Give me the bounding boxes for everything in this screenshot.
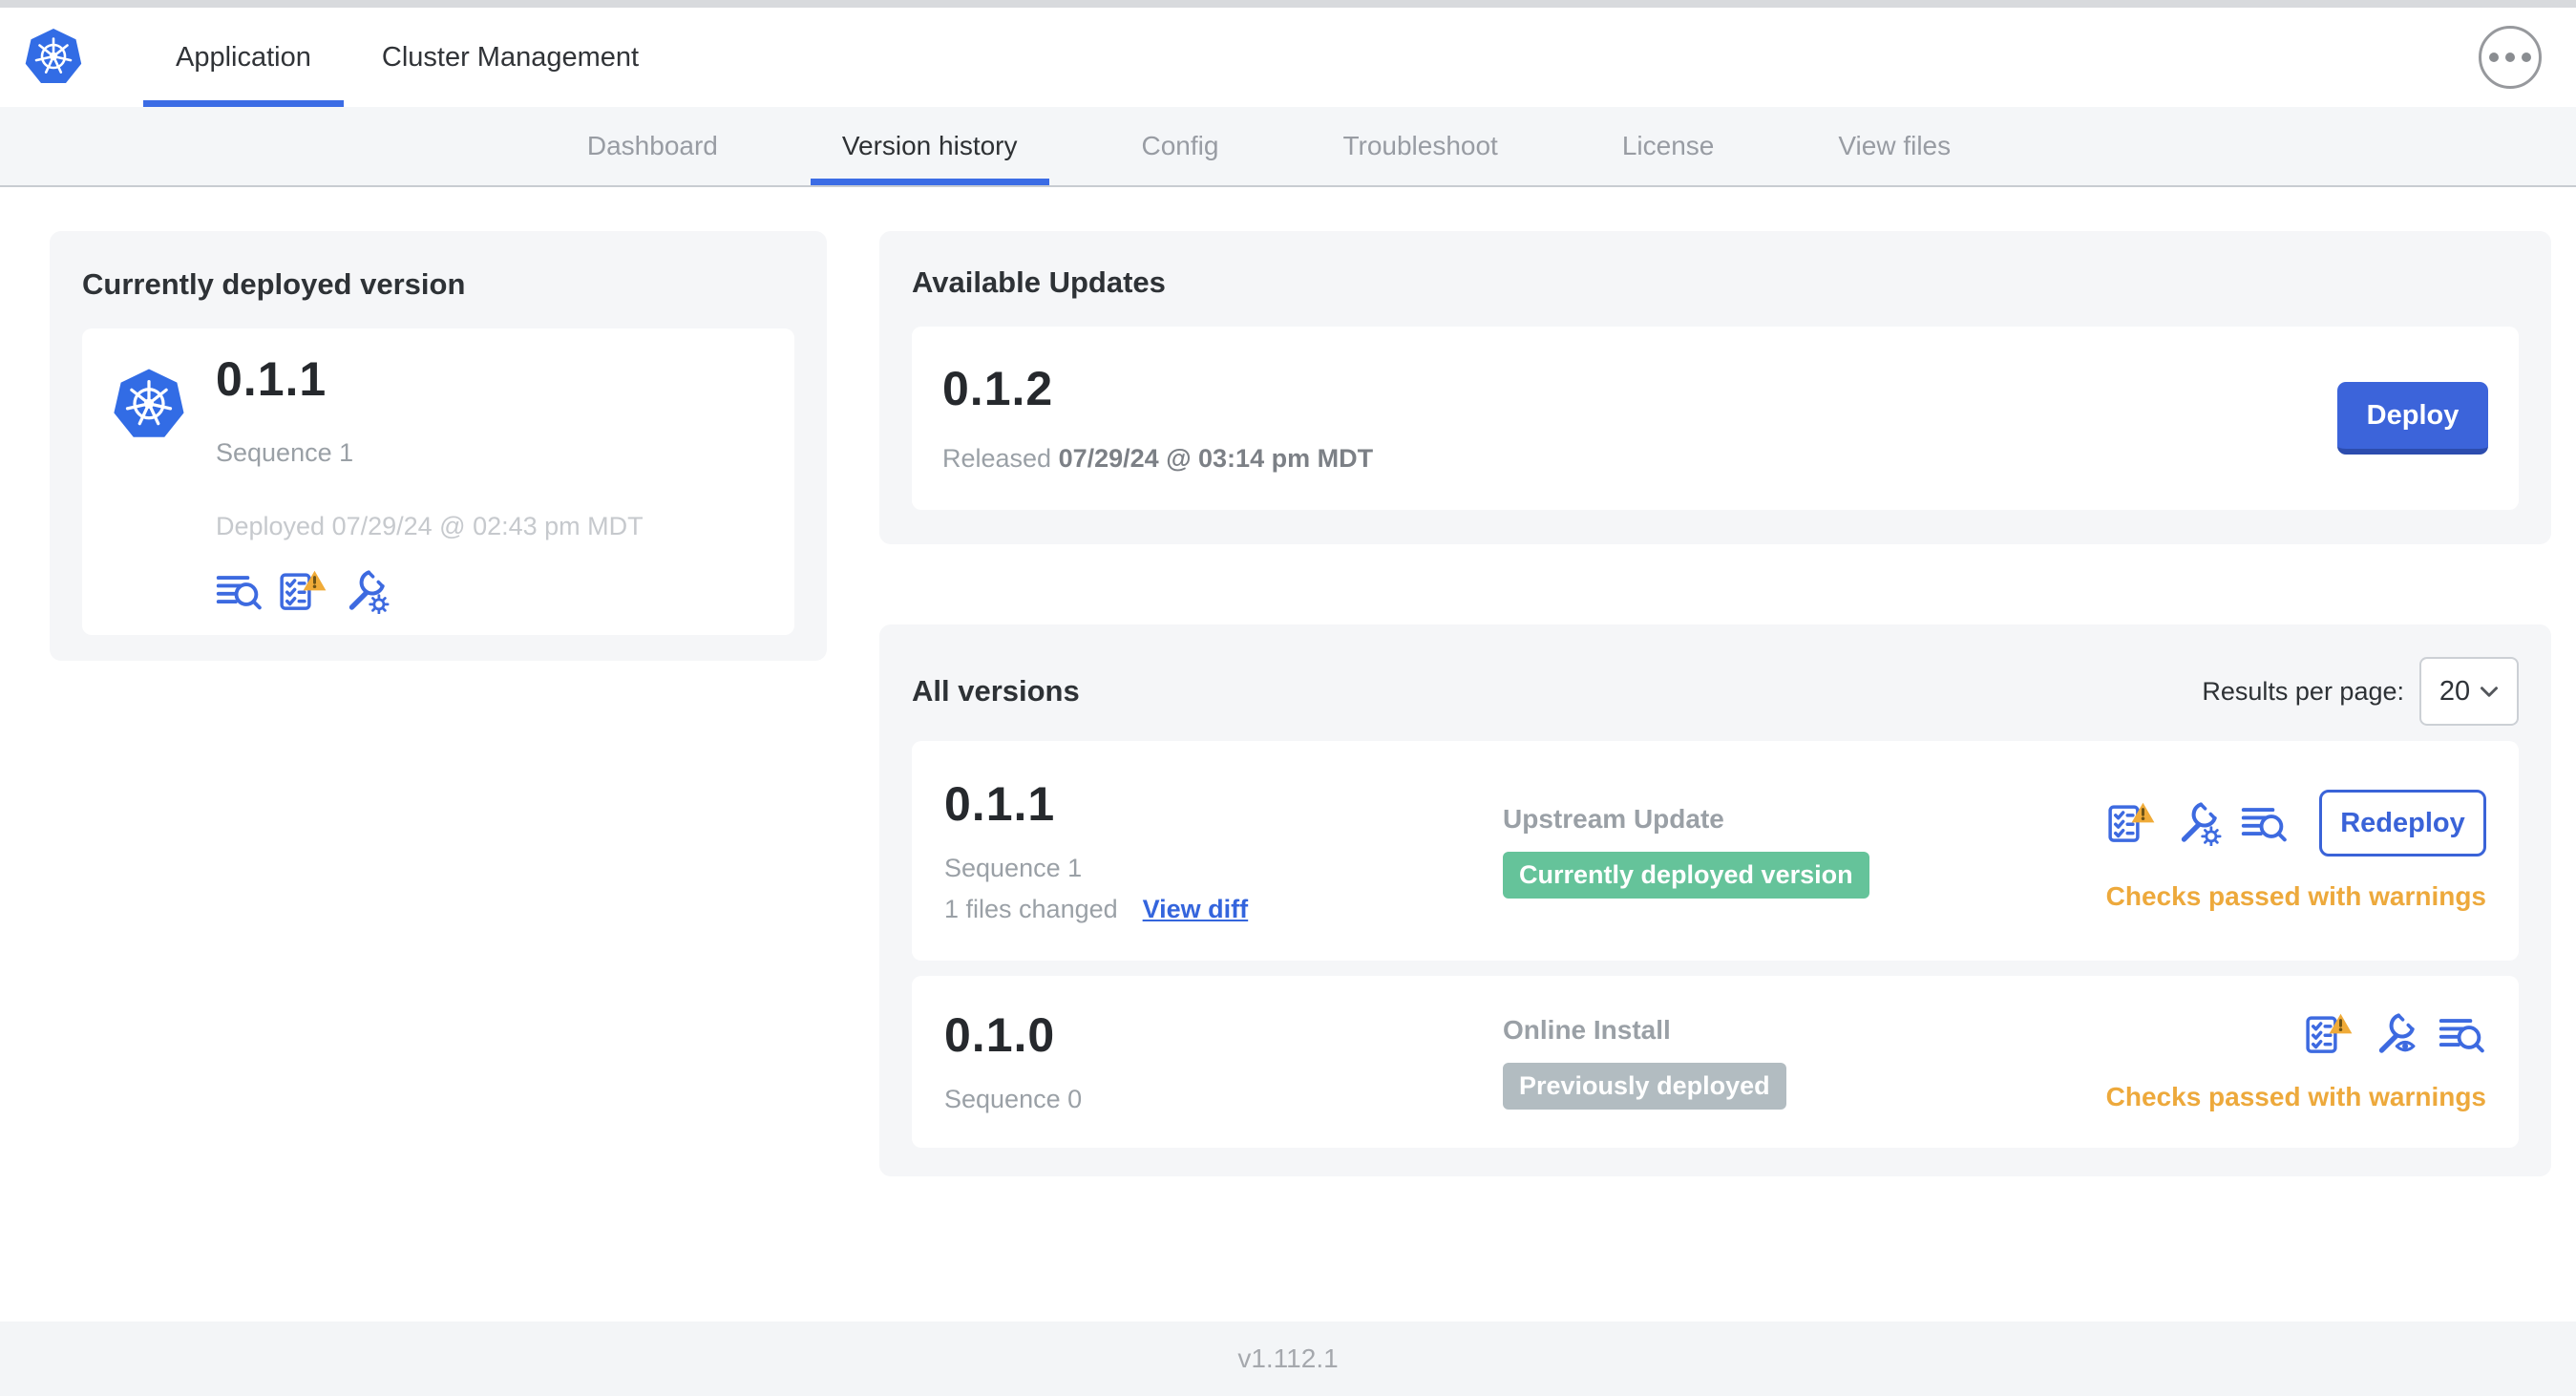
checks-status-text: Checks passed with warnings (2105, 881, 2486, 911)
config-gear-icon[interactable] (342, 568, 390, 614)
version-source: Upstream Update Currently deployed versi… (1503, 804, 2106, 899)
source-label: Online Install (1503, 1014, 1671, 1045)
update-released-line: Released 07/29/24 @ 03:14 pm MDT (942, 444, 1373, 474)
current-version-sequence: Sequence 1 (216, 438, 354, 467)
ellipsis-dot (2522, 53, 2531, 62)
results-per-page: Results per page: 20 (2202, 657, 2519, 726)
source-label: Upstream Update (1503, 803, 1724, 834)
logs-diff-icon[interactable] (216, 568, 264, 614)
available-update-info: 0.1.2 Released 07/29/24 @ 03:14 pm MDT (942, 363, 1373, 474)
chevron-down-icon (2480, 686, 2499, 698)
version-action-icons: Redeploy (2107, 790, 2486, 857)
all-versions-title: All versions (912, 674, 1080, 708)
version-info: 0.1.0 Sequence 0 (944, 1009, 1503, 1114)
subnav-tab-dashboard[interactable]: Dashboard (556, 107, 750, 185)
preflight-checks-warning-icon[interactable] (279, 568, 327, 614)
currently-deployed-inner-card: 0.1.1 Sequence 1 Deployed 07/29/24 @ 02:… (82, 328, 794, 635)
results-per-page-label: Results per page: (2202, 676, 2404, 706)
logs-diff-icon[interactable] (2241, 800, 2289, 846)
tab-application-label: Application (176, 41, 311, 73)
subnav-tab-version-history[interactable]: Version history (810, 107, 1049, 185)
top-nav-tabs: Application Cluster Management (143, 8, 677, 107)
logs-diff-icon[interactable] (2439, 1011, 2486, 1057)
deploy-button[interactable]: Deploy (2337, 382, 2488, 455)
version-source: Online Install Previously deployed (1503, 1015, 2106, 1110)
available-updates-card: Available Updates 0.1.2 Released 07/29/2… (879, 231, 2551, 544)
version-number: 0.1.0 (944, 1008, 1056, 1062)
console-version: v1.112.1 (1237, 1343, 1339, 1373)
results-per-page-select[interactable]: 20 (2419, 657, 2519, 726)
current-version-actions (216, 568, 644, 614)
released-date: 07/29/24 @ 03:14 pm MDT (1058, 444, 1374, 473)
redeploy-button[interactable]: Redeploy (2319, 790, 2486, 857)
currently-deployed-details: 0.1.1 Sequence 1 Deployed 07/29/24 @ 02:… (216, 353, 644, 614)
checks-status-text: Checks passed with warnings (2105, 1082, 2486, 1111)
version-number: 0.1.1 (944, 776, 1056, 831)
version-files-changed: 1 files changed View diff (944, 895, 1503, 924)
ellipsis-dot (2505, 53, 2515, 62)
main-content: Currently deployed version 0.1.1 Sequenc… (0, 187, 2576, 1322)
right-column: Available Updates 0.1.2 Released 07/29/2… (879, 231, 2551, 1176)
update-version-number: 0.1.2 (942, 362, 1054, 415)
config-view-eye-icon[interactable] (2372, 1011, 2419, 1057)
tab-application[interactable]: Application (143, 8, 344, 107)
version-sequence: Sequence 0 (944, 1085, 1083, 1113)
tab-cluster-management-label: Cluster Management (381, 41, 640, 73)
status-badge: Currently deployed version (1503, 851, 1869, 899)
current-version-number: 0.1.1 (216, 352, 327, 406)
all-versions-header: All versions Results per page: 20 (912, 657, 2519, 726)
ellipsis-dot (2489, 53, 2499, 62)
available-update-row: 0.1.2 Released 07/29/24 @ 03:14 pm MDT D… (912, 327, 2519, 510)
version-actions: Checks passed with warnings (2106, 1011, 2486, 1112)
all-versions-card: All versions Results per page: 20 0.1.1 … (879, 624, 2551, 1176)
config-gear-icon[interactable] (2174, 800, 2222, 846)
subnav-tab-troubleshoot[interactable]: Troubleshoot (1311, 107, 1529, 185)
page-footer: v1.112.1 (0, 1322, 2576, 1396)
currently-deployed-title: Currently deployed version (82, 267, 466, 301)
subnav-tab-license[interactable]: License (1591, 107, 1746, 185)
preflight-checks-warning-icon[interactable] (2305, 1011, 2353, 1057)
currently-deployed-card: Currently deployed version 0.1.1 Sequenc… (50, 231, 827, 661)
version-sequence: Sequence 1 (944, 853, 1083, 882)
kubernetes-app-icon (111, 365, 187, 445)
version-row-0-1-1: 0.1.1 Sequence 1 1 files changed View di… (912, 741, 2519, 961)
window-top-edge (0, 0, 2576, 8)
files-changed-label: 1 files changed (944, 894, 1118, 923)
view-diff-link[interactable]: View diff (1143, 895, 1249, 924)
current-version-deployed-timestamp: Deployed 07/29/24 @ 02:43 pm MDT (216, 512, 644, 540)
status-badge: Previously deployed (1503, 1062, 1786, 1110)
app-subnav: Dashboard Version history Config Trouble… (0, 107, 2576, 187)
version-row-0-1-0: 0.1.0 Sequence 0 Online Install Previous… (912, 976, 2519, 1148)
subnav-tab-config[interactable]: Config (1110, 107, 1251, 185)
top-navbar: Application Cluster Management (0, 8, 2576, 107)
version-action-icons (2305, 1011, 2486, 1057)
results-per-page-value: 20 (2439, 675, 2471, 707)
released-prefix: Released (942, 444, 1059, 473)
version-actions: Redeploy Checks passed with warnings (2106, 790, 2486, 912)
kubernetes-logo-icon (23, 25, 84, 90)
more-menu-button[interactable] (2479, 26, 2542, 89)
available-updates-title: Available Updates (912, 265, 1166, 299)
tab-cluster-management[interactable]: Cluster Management (349, 8, 671, 107)
subnav-tab-view-files[interactable]: View files (1806, 107, 1982, 185)
preflight-checks-warning-icon[interactable] (2107, 800, 2155, 846)
version-info: 0.1.1 Sequence 1 1 files changed View di… (944, 776, 1503, 924)
